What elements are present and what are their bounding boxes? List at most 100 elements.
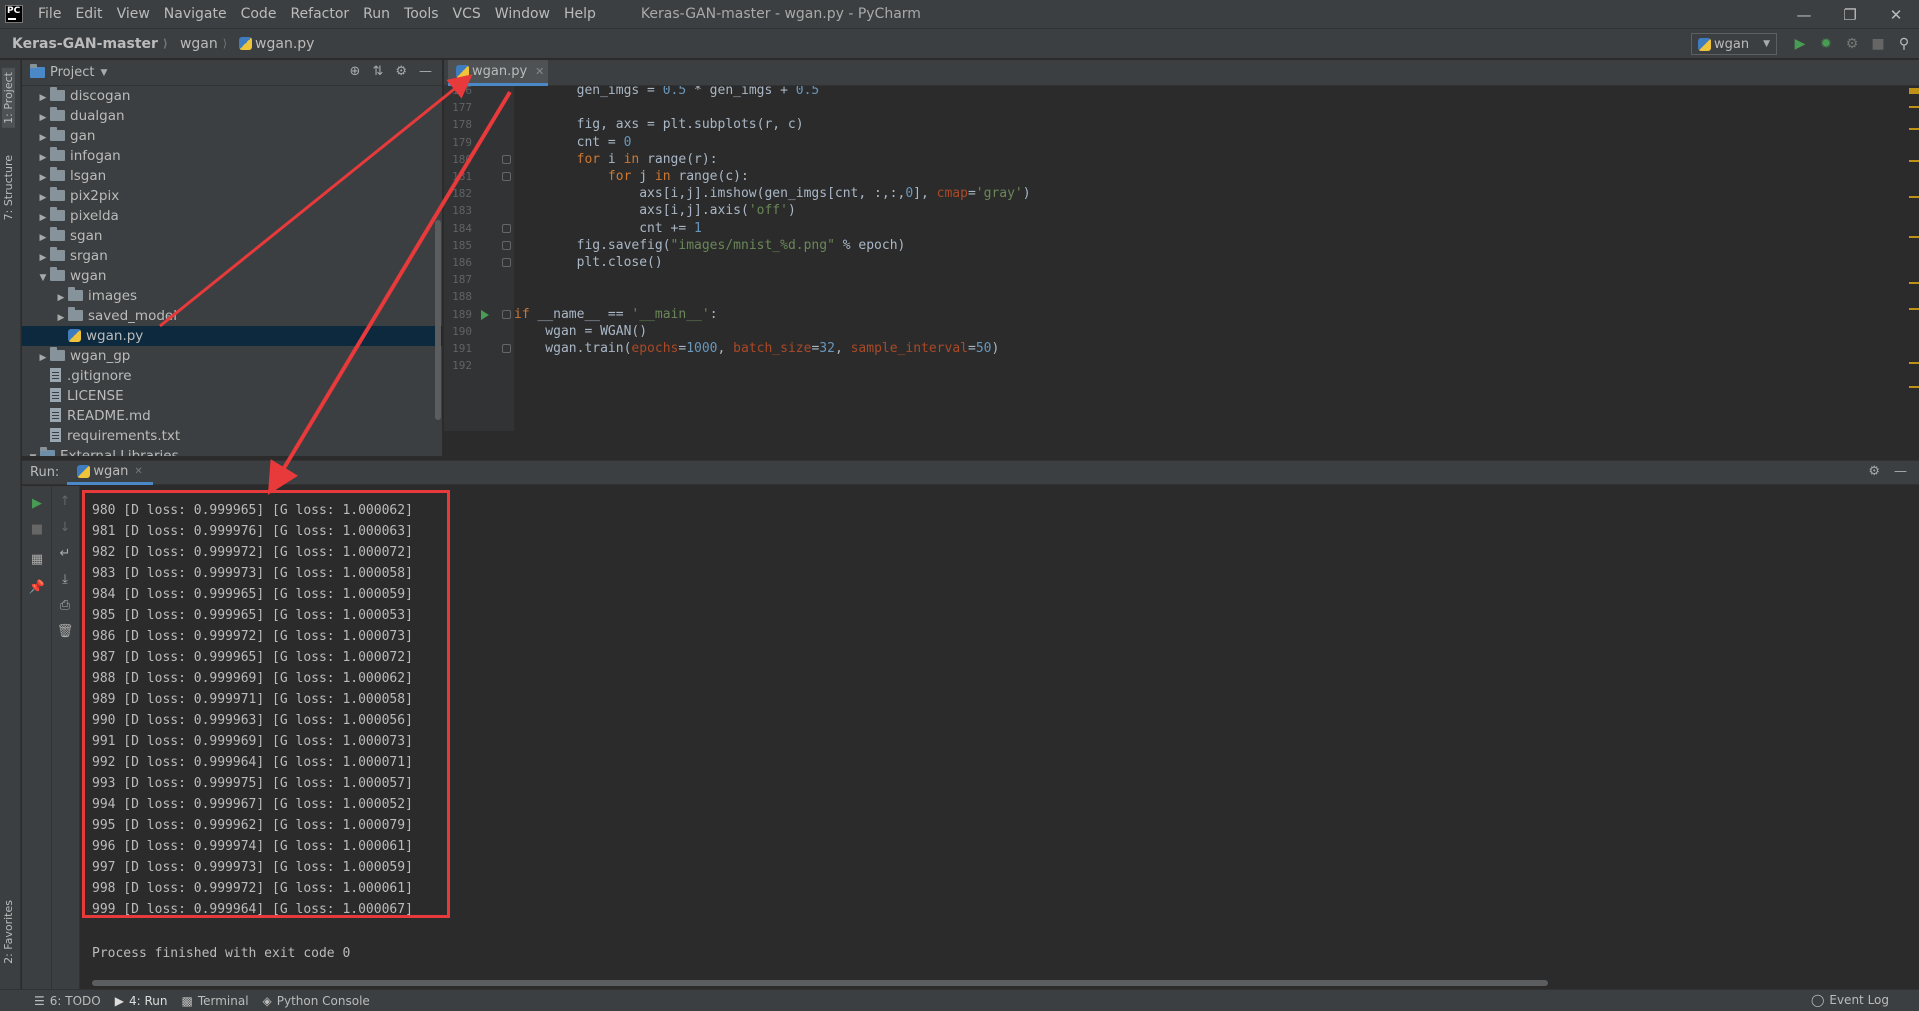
minimize-button[interactable]: — xyxy=(1781,0,1827,29)
chevron-right-icon[interactable]: ▶ xyxy=(36,348,50,368)
tree-item[interactable]: ▶ dualgan xyxy=(22,106,442,126)
chevron-right-icon[interactable]: ▶ xyxy=(36,248,50,268)
menu-navigate[interactable]: Navigate xyxy=(157,0,234,29)
editor-tab-wgan-py[interactable]: wgan.py ✕ xyxy=(448,60,548,86)
chevron-down-icon[interactable]: ▼ xyxy=(26,448,40,456)
arrow-up-icon[interactable]: ↑ xyxy=(56,492,74,510)
fold-marker-icon[interactable] xyxy=(502,154,511,164)
debug-icon[interactable]: ✹ xyxy=(1817,35,1835,53)
tree-item[interactable]: requirements.txt xyxy=(22,426,442,446)
search-icon[interactable]: ⚲ xyxy=(1895,35,1913,53)
tree-item[interactable]: .gitignore xyxy=(22,366,442,386)
structure-tool-tab[interactable]: 7: Structure xyxy=(2,155,15,220)
tree-item[interactable]: ▶ srgan xyxy=(22,246,442,266)
tree-item[interactable]: ▶ lsgan xyxy=(22,166,442,186)
menu-edit[interactable]: Edit xyxy=(68,0,109,29)
locate-file-icon[interactable]: ⊕ xyxy=(350,64,361,79)
favorites-tool-tab[interactable]: 2: Favorites xyxy=(2,900,15,964)
hide-panel-icon[interactable]: — xyxy=(419,64,432,79)
fold-marker-icon[interactable] xyxy=(502,309,511,319)
warning-marker[interactable] xyxy=(1909,282,1919,284)
restore-layout-icon[interactable]: ▦ xyxy=(28,550,46,568)
close-button[interactable]: ✕ xyxy=(1873,0,1919,29)
fold-marker-icon[interactable] xyxy=(502,344,511,353)
fold-marker-icon[interactable] xyxy=(502,240,511,250)
chevron-right-icon[interactable]: ▶ xyxy=(36,128,50,148)
tree-item[interactable]: ▶ discogan xyxy=(22,86,442,106)
tree-item[interactable]: wgan.py xyxy=(22,326,442,346)
chevron-right-icon[interactable]: ▶ xyxy=(36,208,50,228)
project-scrollbar[interactable] xyxy=(435,220,441,420)
menu-view[interactable]: View xyxy=(110,0,157,29)
breadcrumb-file[interactable]: wgan.py xyxy=(227,36,314,52)
close-tab-icon[interactable]: ✕ xyxy=(535,65,544,78)
tree-item[interactable]: ▶ gan xyxy=(22,126,442,146)
run-gutter-icon[interactable] xyxy=(481,309,489,320)
chevron-right-icon[interactable]: ▶ xyxy=(36,168,50,188)
menu-run[interactable]: Run xyxy=(356,0,397,29)
code-editor[interactable]: 176 177 178 179 180 181 182 183 184 185 186 187 188 1… xyxy=(444,86,1919,431)
menu-tools[interactable]: Tools xyxy=(397,0,446,29)
warning-marker[interactable] xyxy=(1909,128,1919,130)
tree-item[interactable]: ▶ images xyxy=(22,286,442,306)
warning-marker[interactable] xyxy=(1909,386,1919,388)
warning-marker[interactable] xyxy=(1909,362,1919,364)
fold-marker-icon[interactable] xyxy=(502,172,511,181)
warning-marker[interactable] xyxy=(1909,88,1919,94)
fold-marker-icon[interactable] xyxy=(502,258,511,267)
tree-item[interactable]: ▼ wgan xyxy=(22,266,442,286)
stop-icon[interactable]: ■ xyxy=(28,520,46,538)
breadcrumb-folder[interactable]: wgan ⟩ xyxy=(168,36,227,52)
tree-item[interactable]: ▶ saved_model xyxy=(22,306,442,326)
tree-item[interactable]: ▶ sgan xyxy=(22,226,442,246)
chevron-right-icon[interactable]: ▶ xyxy=(36,148,50,168)
tree-item[interactable]: ▶ pixelda xyxy=(22,206,442,226)
chevron-right-icon[interactable]: ▶ xyxy=(36,188,50,208)
chevron-down-icon[interactable]: ▼ xyxy=(36,268,50,288)
chevron-right-icon[interactable]: ▶ xyxy=(36,108,50,128)
chevron-right-icon[interactable]: ▶ xyxy=(36,88,50,108)
coverage-icon[interactable]: ⚙ xyxy=(1843,35,1861,53)
trash-icon[interactable]: 🗑 xyxy=(56,622,74,640)
print-icon[interactable]: ⎙ xyxy=(56,596,74,614)
tree-item[interactable]: ▼ External Libraries xyxy=(22,446,442,456)
rerun-icon[interactable]: ▶ xyxy=(28,494,46,512)
tree-item[interactable]: README.md xyxy=(22,406,442,426)
menu-code[interactable]: Code xyxy=(234,0,284,29)
menu-file[interactable]: File xyxy=(31,0,68,29)
warning-marker[interactable] xyxy=(1909,308,1919,310)
warning-marker[interactable] xyxy=(1909,160,1919,162)
warning-marker[interactable] xyxy=(1909,196,1919,198)
event-log-button[interactable]: ◯ Event Log xyxy=(1811,993,1889,1007)
console-horizontal-scrollbar[interactable] xyxy=(92,980,1548,986)
warning-marker[interactable] xyxy=(1909,236,1919,238)
todo-tool-button[interactable]: ☰ 6: TODO xyxy=(34,994,101,1008)
tree-item[interactable]: ▶ pix2pix xyxy=(22,186,442,206)
stop-icon[interactable]: ■ xyxy=(1869,35,1887,53)
breadcrumb-project[interactable]: Keras-GAN-master ⟩ xyxy=(0,36,168,52)
chevron-right-icon[interactable]: ▶ xyxy=(36,228,50,248)
pin-tab-icon[interactable]: 📌 xyxy=(28,578,46,596)
menu-refactor[interactable]: Refactor xyxy=(283,0,356,29)
tree-item[interactable]: ▶ wgan_gp xyxy=(22,346,442,366)
soft-wrap-icon[interactable]: ↵ xyxy=(56,544,74,562)
menu-help[interactable]: Help xyxy=(557,0,603,29)
tree-item[interactable]: ▶ infogan xyxy=(22,146,442,166)
menu-window[interactable]: Window xyxy=(488,0,557,29)
gear-icon[interactable]: ⚙ xyxy=(395,64,407,79)
chevron-right-icon[interactable]: ▶ xyxy=(54,308,68,328)
run-config-selector[interactable]: wgan ▼ xyxy=(1691,33,1777,55)
run-icon[interactable]: ▶ xyxy=(1791,35,1809,53)
arrow-down-icon[interactable]: ↓ xyxy=(56,518,74,536)
warning-marker[interactable] xyxy=(1909,106,1919,108)
gear-icon[interactable]: ⚙ xyxy=(1868,464,1880,479)
project-tool-tab[interactable]: 1: Project xyxy=(2,68,15,128)
tree-item[interactable]: LICENSE xyxy=(22,386,442,406)
close-tab-icon[interactable]: ✕ xyxy=(134,466,142,477)
project-view-selector[interactable]: Project xyxy=(50,65,94,80)
fold-marker-icon[interactable] xyxy=(502,223,511,233)
chevron-right-icon[interactable]: ▶ xyxy=(54,288,68,308)
chevron-down-icon[interactable]: ▼ xyxy=(100,68,107,78)
scroll-to-end-icon[interactable]: ⤓ xyxy=(56,570,74,588)
menu-vcs[interactable]: VCS xyxy=(446,0,488,29)
